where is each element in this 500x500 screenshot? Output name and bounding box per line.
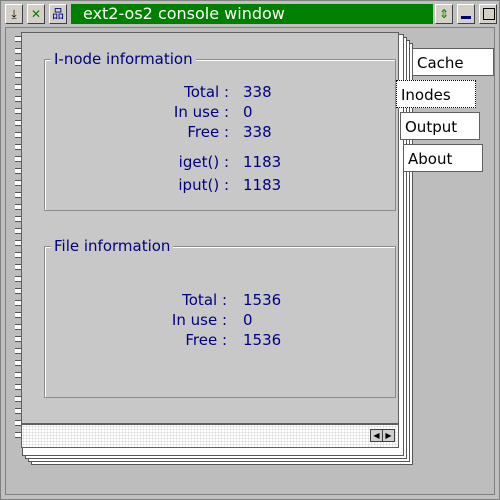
file-group-title: File information [51,237,174,255]
inode-iget-value: 1183 [243,153,282,171]
file-free-label: Free : [185,331,227,349]
tab-inodes-label: Inodes [401,86,451,104]
minimize-icon[interactable] [457,4,475,24]
tab-inodes[interactable]: Inodes [396,80,476,108]
inode-group: I-node information Total : 338 In use : … [44,50,396,211]
download-arrow-icon[interactable]: ⤓ [5,4,23,24]
maximize-icon[interactable] [479,4,497,24]
tab-output[interactable]: Output [400,112,480,140]
tab-cache-label: Cache [417,54,464,72]
inode-group-title: I-node information [51,50,196,68]
window-title: ext2-os2 console window [71,4,433,24]
updown-arrows-icon[interactable]: ⇕ [435,4,453,24]
notebook: I-node information Total : 338 In use : … [15,28,399,448]
inode-free-label: Free : [187,123,229,141]
tab-about[interactable]: About [403,144,483,172]
tree-icon[interactable]: 品 [49,4,67,24]
file-inuse-value: 0 [243,311,253,329]
inode-iput-label: iput() : [178,176,229,194]
file-total-value: 1536 [243,291,282,309]
file-group: File information Total : 1536 In use : 0… [44,237,396,398]
file-free-value: 1536 [243,331,282,349]
inode-total-label: Total : [184,83,229,101]
file-inuse-label: In use : [171,311,227,329]
inode-iget-label: iget() : [178,153,229,171]
tab-cache[interactable]: Cache [412,48,494,76]
title-bar: ⤓ ✕ 品 ext2-os2 console window ⇕ [3,3,497,25]
status-area: ◀ ▶ [21,424,399,448]
file-total-label: Total : [182,291,227,309]
inode-total-value: 338 [243,83,272,101]
inode-inuse-label: In use : [173,103,229,121]
arrow-right-icon[interactable]: ▶ [382,429,395,442]
inode-free-value: 338 [243,123,272,141]
notebook-page: I-node information Total : 338 In use : … [21,32,399,424]
tab-output-label: Output [405,118,458,136]
close-x-icon[interactable]: ✕ [27,4,45,24]
inode-inuse-value: 0 [243,103,253,121]
tab-about-label: About [408,150,453,168]
inode-iput-value: 1183 [243,176,282,194]
console-window: ⤓ ✕ 品 ext2-os2 console window ⇕ I-node i… [0,0,500,500]
